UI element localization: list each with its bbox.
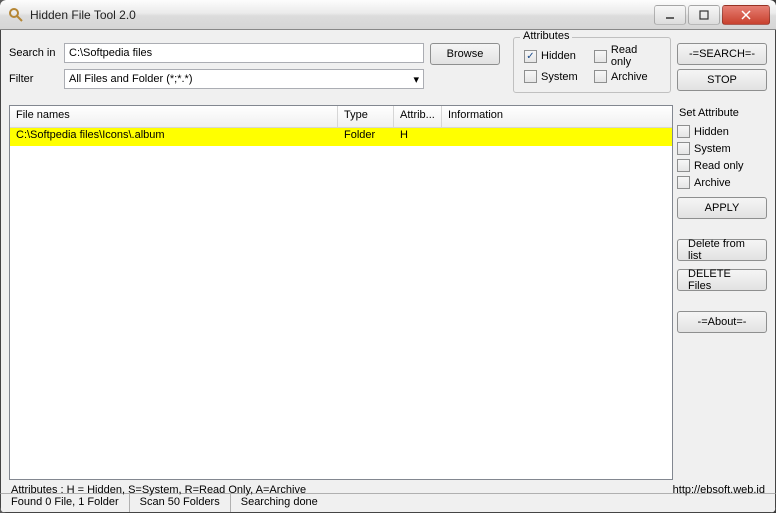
col-attrib[interactable]: Attrib... — [394, 106, 442, 127]
right-panel: Set Attribute Hidden System Read only Ar… — [677, 105, 767, 480]
delete-files-button[interactable]: DELETE Files — [677, 269, 767, 291]
status-state: Searching done — [231, 494, 775, 512]
dropdown-arrow-icon: ▾ — [413, 73, 419, 86]
search-in-label: Search in — [9, 47, 64, 59]
checkbox-icon — [524, 70, 537, 83]
checkbox-icon — [594, 70, 607, 83]
app-icon — [8, 7, 24, 23]
filter-combobox[interactable]: All Files and Folder (*;*.*) ▾ — [64, 69, 424, 89]
checkbox-icon — [677, 159, 690, 172]
checkbox-icon — [677, 142, 690, 155]
cell-info — [442, 128, 672, 146]
table-row[interactable]: C:\Softpedia files\Icons\.album Folder H — [10, 128, 672, 146]
set-readonly-label: Read only — [694, 160, 744, 172]
set-hidden-checkbox[interactable]: Hidden — [677, 125, 767, 138]
browse-col: Browse — [430, 35, 500, 95]
system-label: System — [541, 71, 578, 83]
titlebar[interactable]: Hidden File Tool 2.0 — [0, 0, 776, 30]
readonly-checkbox[interactable]: Read only — [594, 44, 660, 68]
main-area: File names Type Attrib... Information C:… — [9, 105, 767, 480]
minimize-button[interactable] — [654, 5, 686, 25]
hidden-checkbox[interactable]: ✓ Hidden — [524, 44, 590, 68]
table-header: File names Type Attrib... Information — [10, 106, 672, 128]
status-found: Found 0 File, 1 Folder — [1, 494, 130, 512]
about-button[interactable]: -=About=- — [677, 311, 767, 333]
search-path-input[interactable] — [64, 43, 424, 63]
checkbox-icon — [677, 176, 690, 189]
cell-name: C:\Softpedia files\Icons\.album — [10, 128, 338, 146]
window-title: Hidden File Tool 2.0 — [30, 8, 654, 22]
checkbox-icon: ✓ — [524, 50, 537, 63]
filter-label: Filter — [9, 73, 64, 85]
set-system-checkbox[interactable]: System — [677, 142, 767, 155]
filter-value: All Files and Folder (*;*.*) — [69, 73, 193, 85]
hidden-label: Hidden — [541, 50, 576, 62]
cell-type: Folder — [338, 128, 394, 146]
set-system-label: System — [694, 143, 731, 155]
action-col: -=SEARCH=- STOP — [677, 35, 767, 95]
stop-button[interactable]: STOP — [677, 69, 767, 91]
set-attribute-label: Set Attribute — [679, 107, 767, 119]
set-archive-label: Archive — [694, 177, 731, 189]
delete-from-list-button[interactable]: Delete from list — [677, 239, 767, 261]
set-hidden-label: Hidden — [694, 126, 729, 138]
set-readonly-checkbox[interactable]: Read only — [677, 159, 767, 172]
client-area: Search in Filter All Files and Folder (*… — [0, 30, 776, 493]
col-file-names[interactable]: File names — [10, 106, 338, 127]
checkbox-icon — [677, 125, 690, 138]
statusbar: Found 0 File, 1 Folder Scan 50 Folders S… — [0, 493, 776, 513]
close-button[interactable] — [722, 5, 770, 25]
archive-checkbox[interactable]: Archive — [594, 70, 660, 83]
attributes-group: Attributes ✓ Hidden Read only System — [513, 37, 671, 93]
archive-label: Archive — [611, 71, 648, 83]
window: Hidden File Tool 2.0 Search in Filter Al… — [0, 0, 776, 513]
attributes-legend: Attributes — [520, 30, 572, 42]
cell-attrib: H — [394, 128, 442, 146]
top-panel: Search in Filter All Files and Folder (*… — [9, 35, 767, 95]
window-controls — [654, 5, 770, 25]
col-information[interactable]: Information — [442, 106, 672, 127]
results-table[interactable]: File names Type Attrib... Information C:… — [9, 105, 673, 480]
col-type[interactable]: Type — [338, 106, 394, 127]
set-archive-checkbox[interactable]: Archive — [677, 176, 767, 189]
status-scan: Scan 50 Folders — [130, 494, 231, 512]
search-button[interactable]: -=SEARCH=- — [677, 43, 767, 65]
apply-button[interactable]: APPLY — [677, 197, 767, 219]
readonly-label: Read only — [611, 44, 660, 68]
checkbox-icon — [594, 50, 607, 63]
system-checkbox[interactable]: System — [524, 70, 590, 83]
maximize-button[interactable] — [688, 5, 720, 25]
search-block: Search in Filter All Files and Folder (*… — [9, 35, 424, 95]
browse-button[interactable]: Browse — [430, 43, 500, 65]
